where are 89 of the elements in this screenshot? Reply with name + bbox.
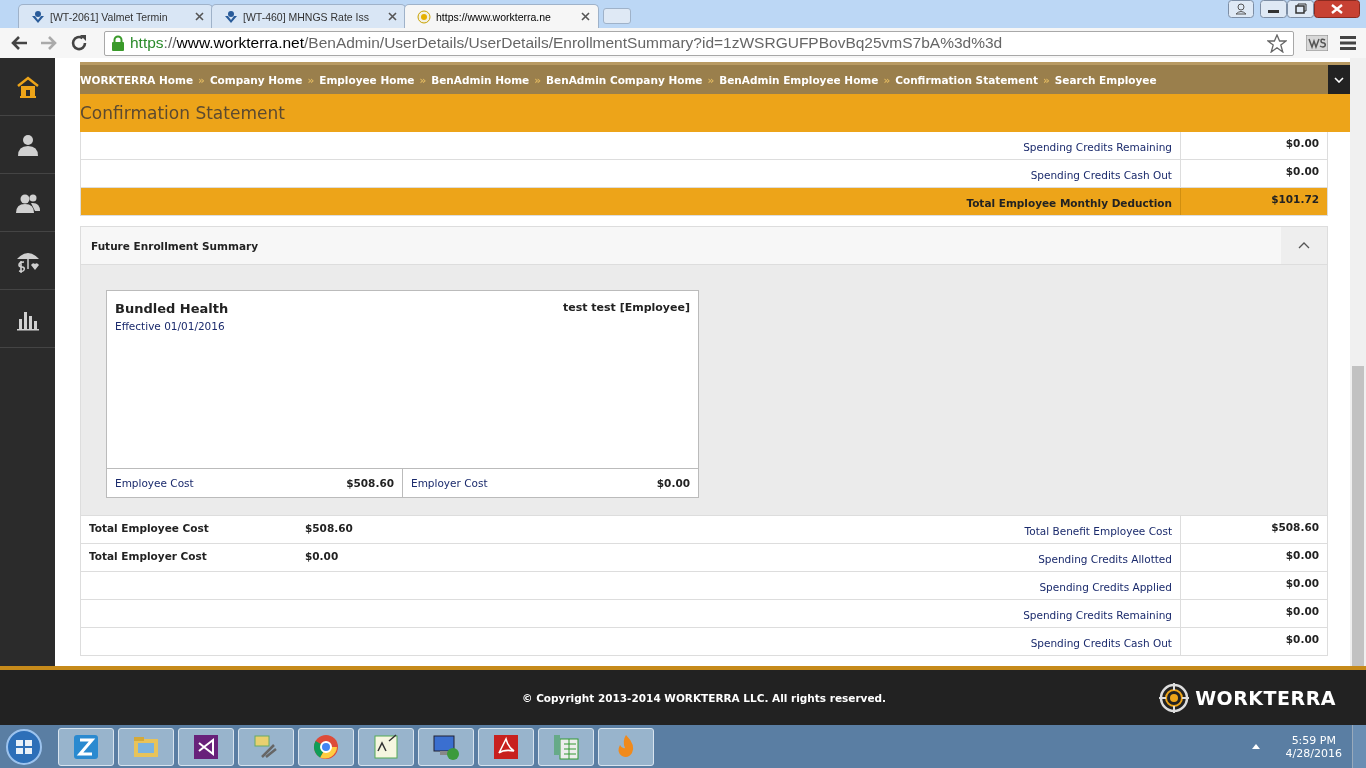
address-bar[interactable]: https://www.workterra.net/BenAdmin/UserDetails/UserDetails/EnrollmentSummary?id=1zWSRGUFPBovBq25vmS7bA%3d%3d bbox=[104, 30, 1294, 56]
breadcrumb-link[interactable]: WORKTERRA Home bbox=[80, 73, 194, 86]
row-value: $0.00 bbox=[1180, 600, 1327, 627]
breadcrumb-separator: » bbox=[883, 73, 891, 86]
close-icon bbox=[195, 12, 204, 21]
total-value: $0.00 bbox=[305, 550, 340, 564]
effective-date: Effective 01/01/2016 bbox=[115, 320, 226, 332]
clock-date: 4/28/2016 bbox=[1285, 746, 1342, 760]
cost-label: Employee Cost bbox=[115, 477, 194, 489]
tab-title: [WT-2061] Valmet Termin bbox=[50, 10, 169, 23]
tab-title: https://www.workterra.ne bbox=[436, 10, 552, 23]
row-label: Total Benefit Employee Cost bbox=[1023, 524, 1173, 539]
row-label: Spending Credits Remaining bbox=[1022, 140, 1173, 155]
person-icon bbox=[224, 9, 238, 24]
start-orb-icon bbox=[4, 727, 44, 766]
browser-tab[interactable]: [WT-460] MHNGS Rate Iss bbox=[211, 4, 406, 28]
close-icon bbox=[581, 12, 590, 21]
back-icon bbox=[10, 35, 28, 51]
row-value: $0.00 bbox=[1180, 132, 1327, 159]
row-label: Total Employee Monthly Deduction bbox=[965, 196, 1173, 211]
person-icon bbox=[15, 132, 40, 157]
home-icon bbox=[15, 74, 40, 99]
row-value: $0.00 bbox=[1180, 628, 1327, 655]
dropdown-button[interactable] bbox=[1328, 65, 1350, 94]
row-value: $101.72 bbox=[1180, 188, 1327, 215]
row-label: Spending Credits Remaining bbox=[1022, 608, 1173, 623]
breadcrumb-link[interactable]: BenAdmin Home bbox=[431, 73, 530, 86]
row-label: Spending Credits Cash Out bbox=[1029, 168, 1173, 183]
target-logo-icon bbox=[1159, 682, 1190, 713]
breadcrumb-link[interactable]: Confirmation Statement bbox=[895, 73, 1038, 86]
row-value: $508.60 bbox=[1180, 516, 1327, 543]
total-label: Total Employee Cost bbox=[89, 522, 210, 536]
page-title: Confirmation Statement bbox=[80, 103, 285, 123]
taskbar-button[interactable] bbox=[238, 727, 294, 766]
total-value: $508.60 bbox=[305, 522, 354, 536]
breadcrumb-link[interactable]: BenAdmin Employee Home bbox=[719, 73, 879, 86]
copyright-text: © Copyright 2013-2014 WORKTERRA LLC. All rights reserved. bbox=[522, 691, 887, 704]
breadcrumb-separator: » bbox=[707, 73, 715, 86]
taskbar-button[interactable] bbox=[178, 727, 234, 766]
breadcrumb-separator: » bbox=[307, 73, 315, 86]
reload-icon bbox=[70, 34, 88, 52]
cost-label: Employer Cost bbox=[411, 477, 488, 489]
row-label: Spending Credits Applied bbox=[1038, 580, 1173, 595]
breadcrumb-link[interactable]: Company Home bbox=[209, 73, 303, 86]
breadcrumb-separator: » bbox=[534, 73, 542, 86]
clock-time: 5:59 PM bbox=[1290, 733, 1337, 747]
total-label: Total Employer Cost bbox=[89, 550, 208, 564]
plan-name: Bundled Health bbox=[115, 301, 229, 316]
breadcrumb-separator: » bbox=[198, 73, 205, 86]
browser-tab[interactable]: https://www.workterra.ne bbox=[404, 4, 599, 28]
taskbar-button[interactable] bbox=[58, 727, 114, 766]
clock[interactable]: 5:59 PM 4/28/2016 bbox=[1279, 733, 1348, 760]
person-icon bbox=[31, 9, 45, 24]
target-icon bbox=[417, 9, 431, 24]
member-name: test test [Employee] bbox=[562, 301, 690, 316]
lock-icon bbox=[111, 35, 125, 51]
url-text: https://www.workterra.net/BenAdmin/UserDetails/UserDetails/EnrollmentSummary?id=1zWSRGUFPBovBq25vmS7bA%3d%3d bbox=[130, 34, 1004, 52]
row-value: $0.00 bbox=[1180, 160, 1327, 187]
row-label: Spending Credits Allotted bbox=[1037, 552, 1173, 567]
scroll-thumb[interactable] bbox=[1352, 366, 1364, 666]
user-icon bbox=[1228, 0, 1254, 18]
scrollbar[interactable] bbox=[1350, 58, 1366, 666]
panel-title: Future Enrollment Summary bbox=[91, 239, 259, 252]
row-label: Spending Credits Cash Out bbox=[1029, 636, 1173, 651]
tab-title: [WT-460] MHNGS Rate Iss bbox=[243, 10, 371, 23]
star-icon bbox=[1267, 33, 1287, 53]
caret-up-icon bbox=[1251, 744, 1260, 749]
forward-icon bbox=[40, 35, 58, 51]
breadcrumb-link[interactable]: BenAdmin Company Home bbox=[546, 73, 703, 86]
cost-value: $0.00 bbox=[656, 477, 690, 489]
browser-tab[interactable]: [WT-2061] Valmet Termin bbox=[18, 4, 213, 28]
panel-header[interactable]: Future Enrollment Summary bbox=[81, 227, 1327, 265]
row-value: $0.00 bbox=[1180, 544, 1327, 571]
taskbar-button[interactable] bbox=[478, 727, 534, 766]
extension-icon bbox=[1306, 35, 1328, 51]
minimize-icon bbox=[1260, 0, 1287, 18]
taskbar-button[interactable] bbox=[418, 727, 474, 766]
chevron-down-icon bbox=[1334, 76, 1344, 83]
close-icon bbox=[1314, 0, 1360, 18]
restore-icon bbox=[1287, 0, 1314, 18]
menu-icon bbox=[1340, 36, 1356, 50]
row-value: $0.00 bbox=[1180, 572, 1327, 599]
breadcrumb-separator: » bbox=[1042, 73, 1050, 86]
breadcrumb-separator: » bbox=[419, 73, 427, 86]
logo-text: WORKTERRA bbox=[1195, 686, 1336, 709]
breadcrumb-link[interactable]: Employee Home bbox=[319, 73, 415, 86]
cost-value: $508.60 bbox=[346, 477, 394, 489]
close-icon bbox=[388, 12, 397, 21]
breadcrumb-link[interactable]: Search Employee bbox=[1054, 73, 1157, 86]
